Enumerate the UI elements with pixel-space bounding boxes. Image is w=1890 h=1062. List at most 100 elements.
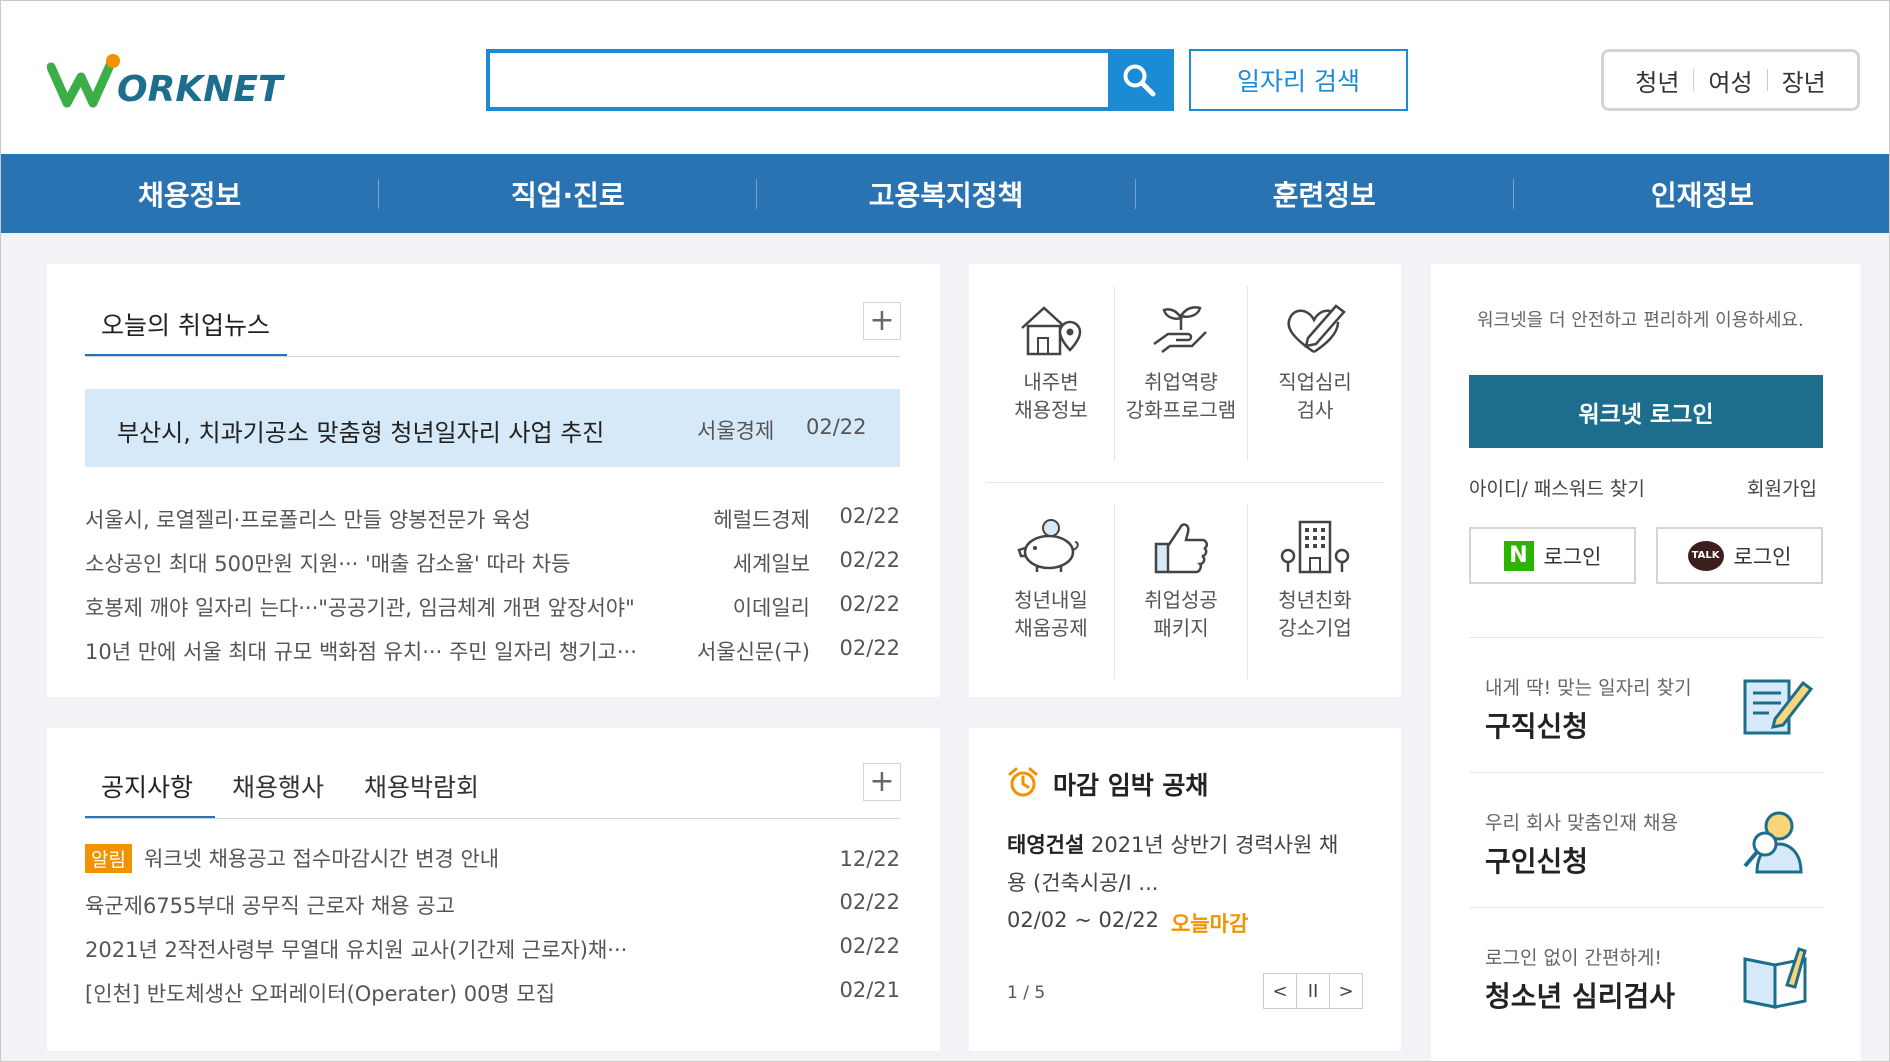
notice-card: 공지사항 채용행사 채용박람회 + 알림 워크넷 채용공고 접수마감시간 변경 안…	[47, 728, 940, 1051]
news-item-date: 02/22	[839, 592, 900, 616]
prev-button[interactable]: <	[1263, 973, 1297, 1009]
quick-nearby-jobs[interactable]: 내주변채용정보	[986, 300, 1116, 424]
target-women[interactable]: 여성	[1694, 63, 1766, 98]
news-title[interactable]: 오늘의 취업뉴스	[101, 306, 270, 342]
notice-item[interactable]: 2021년 2작전사령부 무열대 유치원 교사(기간제 근로자)채··· 02/…	[85, 934, 900, 962]
highlight-date: 02/22	[806, 415, 867, 439]
search-icon	[1123, 64, 1156, 97]
notice-more-button[interactable]: +	[863, 763, 901, 801]
service-title: 구직신청	[1485, 710, 1589, 743]
news-item-title: 호봉제 깨야 일자리 는다···"공공기관, 임금체계 개편 앞장서야"	[85, 596, 635, 620]
quick-label-line: 취업성공	[1144, 588, 1218, 612]
tab-notice[interactable]: 공지사항	[101, 768, 193, 804]
notice-item-date: 02/21	[839, 978, 900, 1002]
nav-welfare-policy[interactable]: 고용복지정책	[757, 174, 1134, 214]
piggy-bank-icon	[1017, 519, 1079, 572]
worknet-logo[interactable]: ORKNET	[46, 53, 287, 113]
quick-psychology-test[interactable]: 직업심리검사	[1250, 300, 1380, 424]
notice-item[interactable]: 알림 워크넷 채용공고 접수마감시간 변경 안내 12/22	[85, 843, 900, 875]
kakao-login-button[interactable]: TALK 로그인	[1656, 527, 1823, 584]
news-item[interactable]: 호봉제 깨야 일자리 는다···"공공기관, 임금체계 개편 앞장서야" 이데일…	[85, 592, 900, 620]
notice-item[interactable]: 육군제6755부대 공무직 근로자 채용 공고 02/22	[85, 890, 900, 918]
quick-label-line: 채용정보	[1014, 398, 1088, 422]
quick-label-line: 검사	[1296, 398, 1334, 422]
job-search-button[interactable]: 일자리 검색	[1189, 49, 1408, 111]
highlight-title: 부산시, 치과기공소 맞춤형 청년일자리 사업 추진	[117, 419, 605, 447]
main-nav: 채용정보 직업·진로 고용복지정책 훈련정보 인재정보	[1, 154, 1889, 233]
quick-label-line: 채움공제	[1014, 616, 1088, 640]
divider	[85, 356, 900, 357]
quick-label: 내주변채용정보	[986, 368, 1116, 424]
news-item[interactable]: 10년 만에 서울 최대 규모 백화점 유치··· 주민 일자리 챙기고··· …	[85, 636, 900, 664]
resume-pen-icon	[1743, 679, 1814, 735]
divider	[1247, 504, 1248, 679]
tab-recruit-event[interactable]: 채용행사	[232, 768, 324, 804]
naver-login-button[interactable]: N 로그인	[1469, 527, 1636, 584]
service-job-seeking[interactable]: 내게 딱! 맞는 일자리 찾기 구직신청	[1469, 637, 1823, 772]
news-item-date: 02/22	[839, 504, 900, 528]
service-sub: 로그인 없이 간편하게!	[1485, 947, 1663, 969]
deadline-period: 02/02 ~ 02/22	[1007, 908, 1159, 932]
quick-competency-program[interactable]: 취업역량강화프로그램	[1116, 300, 1246, 424]
quick-label: 직업심리검사	[1250, 368, 1380, 424]
news-more-button[interactable]: +	[863, 302, 901, 340]
service-title: 구인신청	[1485, 845, 1589, 878]
divider	[1247, 286, 1248, 461]
quick-youth-savings[interactable]: 청년내일 채움공제	[986, 518, 1116, 642]
quick-label: 취업역량강화프로그램	[1116, 368, 1246, 424]
kakao-login-label: 로그인	[1733, 544, 1792, 569]
target-senior[interactable]: 장년	[1768, 63, 1840, 98]
tab-job-fair[interactable]: 채용박람회	[364, 768, 479, 804]
notice-item[interactable]: [인천] 반도체생산 오퍼레이터(Operater) 00명 모집 02/21	[85, 978, 900, 1006]
join-link[interactable]: 회원가입	[1747, 474, 1817, 501]
service-youth-psych-test[interactable]: 로그인 없이 간편하게! 청소년 심리검사	[1469, 907, 1823, 1042]
worknet-login-button[interactable]: 워크넷 로그인	[1469, 375, 1823, 448]
nav-talent-info[interactable]: 인재정보	[1514, 174, 1889, 214]
news-item[interactable]: 소상공인 최대 500만원 지원··· '매출 감소율' 따라 차등 세계일보 …	[85, 548, 900, 576]
search-input[interactable]	[490, 53, 1105, 107]
nav-training-info[interactable]: 훈련정보	[1136, 174, 1513, 214]
notice-item-title: 2021년 2작전사령부 무열대 유치원 교사(기간제 근로자)채···	[85, 938, 628, 962]
quick-label-line: 강화프로그램	[1125, 398, 1237, 422]
pause-button[interactable]: II	[1296, 973, 1330, 1009]
quick-youth-friendly-company[interactable]: 청년친화 강소기업	[1250, 518, 1380, 642]
search-box	[486, 49, 1174, 111]
heart-pencil-icon	[1287, 304, 1346, 354]
quick-label-line: 직업심리	[1278, 370, 1352, 394]
divider	[85, 818, 900, 819]
kakao-talk-icon: TALK	[1687, 540, 1724, 571]
news-item-date: 02/22	[839, 636, 900, 660]
quick-label-line: 내주변	[1023, 370, 1079, 394]
nav-recruit-info[interactable]: 채용정보	[1, 174, 378, 214]
content-area: 오늘의 취업뉴스 + 부산시, 치과기공소 맞춤형 청년일자리 사업 추진 서울…	[1, 233, 1889, 1061]
worknet-logo-icon: ORKNET	[46, 54, 285, 110]
highlight-source: 서울경제	[697, 419, 775, 443]
news-highlight[interactable]: 부산시, 치과기공소 맞춤형 청년일자리 사업 추진 서울경제 02/22	[85, 389, 900, 467]
service-job-offer[interactable]: 우리 회사 맞춤인재 채용 구인신청	[1469, 772, 1823, 907]
notice-item-date: 12/22	[839, 847, 900, 871]
notice-item-title: [인천] 반도체생산 오퍼레이터(Operater) 00명 모집	[85, 982, 556, 1006]
notice-badge: 알림	[85, 844, 132, 873]
deadline-job-link[interactable]: 태영건설 2021년 상반기 경력사원 채 용 (건축시공/I ...	[1007, 826, 1377, 902]
notice-item-date: 02/22	[839, 934, 900, 958]
news-item[interactable]: 서울시, 로열젤리·프로폴리스 만들 양봉전문가 육성 헤럴드경제 02/22	[85, 504, 900, 532]
news-item-source: 헤럴드경제	[713, 508, 810, 532]
header: ORKNET 일자리 검색 청년 여성 장년	[1, 1, 1889, 154]
login-notice: 워크넷을 더 안전하고 편리하게 이용하세요.	[1477, 310, 1804, 331]
news-item-source: 세계일보	[732, 552, 810, 576]
search-button[interactable]	[1108, 53, 1170, 107]
notice-item-date: 02/22	[839, 890, 900, 914]
house-location-icon	[1021, 306, 1082, 356]
find-id-password-link[interactable]: 아이디/ 패스워드 찾기	[1469, 474, 1645, 501]
quick-label-line: 취업역량	[1144, 370, 1218, 394]
quick-label: 청년친화 강소기업	[1250, 586, 1380, 642]
news-card: 오늘의 취업뉴스 + 부산시, 치과기공소 맞춤형 청년일자리 사업 추진 서울…	[47, 264, 940, 697]
nav-job-career[interactable]: 직업·진로	[379, 174, 756, 214]
quick-label-line: 패키지	[1153, 616, 1209, 640]
divider	[986, 482, 1384, 483]
target-youth[interactable]: 청년	[1621, 63, 1693, 98]
next-button[interactable]: >	[1329, 973, 1363, 1009]
deadline-status: 오늘마감	[1171, 912, 1249, 936]
quick-success-package[interactable]: 취업성공패키지	[1116, 518, 1246, 642]
naver-icon: N	[1503, 540, 1534, 571]
